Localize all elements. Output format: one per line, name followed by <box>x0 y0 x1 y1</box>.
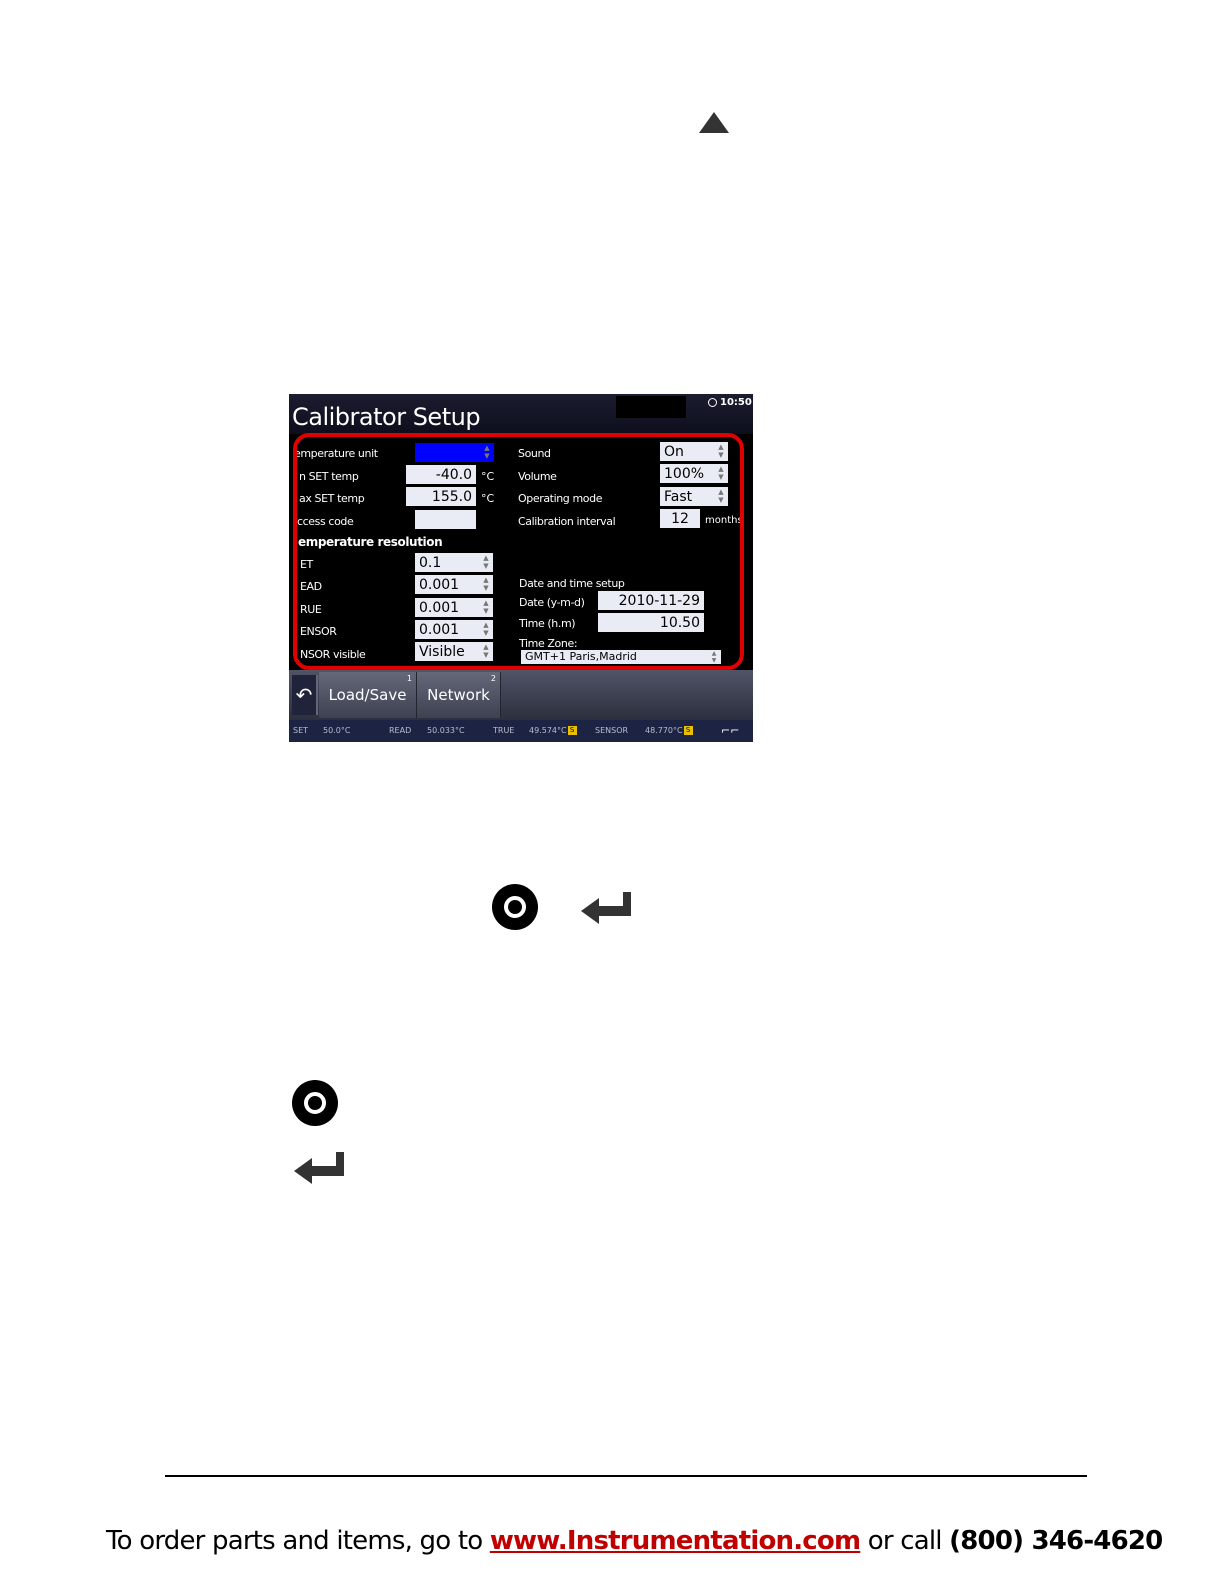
header-blank-area <box>616 396 686 418</box>
softkey-number: 1 <box>406 674 412 683</box>
clock-readout: 10:50 <box>720 397 752 408</box>
stable-badge: S <box>683 726 693 735</box>
status-sensor-value: 48.770°C S <box>645 720 693 742</box>
status-sensor-label: SENSOR <box>595 726 629 735</box>
network-label: Network <box>427 686 490 704</box>
softkey-bar: ↶ Load/Save 1 Network 2 <box>289 670 753 720</box>
highlight-frame <box>293 433 744 670</box>
enter-key-icon <box>294 1152 344 1184</box>
up-arrow-icon <box>699 112 729 133</box>
status-set-label: SET <box>293 726 309 735</box>
screen-title: Calibrator Setup <box>292 403 481 431</box>
network-button[interactable]: Network 2 <box>417 672 501 718</box>
status-read-value: 50.033°C <box>427 726 465 735</box>
calibrator-setup-screenshot: Calibrator Setup 10:50 emperature unit ▲… <box>289 394 753 742</box>
footer-divider <box>165 1475 1087 1477</box>
enter-key-icon <box>581 892 631 924</box>
screen-header: Calibrator Setup 10:50 <box>289 394 753 434</box>
stable-badge: S <box>567 726 577 735</box>
back-button[interactable]: ↶ <box>292 675 318 715</box>
round-button-icon <box>292 1080 338 1126</box>
load-save-label: Load/Save <box>328 686 407 704</box>
status-true-label: TRUE <box>493 726 515 735</box>
connection-icon: ⌐⌐ <box>721 724 740 737</box>
status-set-value: 50.0°C <box>323 726 351 735</box>
status-read-label: READ <box>389 726 412 735</box>
footer-phone: (800) 346-4620 <box>949 1526 1163 1556</box>
footer-text-before: To order parts and items, go to <box>106 1526 490 1556</box>
status-true-value: 49.574°C S <box>529 720 577 742</box>
softkey-number: 2 <box>490 674 496 683</box>
footer-text-middle: or call <box>860 1526 950 1556</box>
round-button-icon <box>492 884 538 930</box>
load-save-button[interactable]: Load/Save 1 <box>319 672 417 718</box>
back-arrow-icon: ↶ <box>295 683 313 707</box>
footer-line: To order parts and items, go to www.Inst… <box>106 1526 1163 1556</box>
instrumentation-link[interactable]: www.Instrumentation.com <box>490 1526 861 1556</box>
status-bar: SET 50.0°C READ 50.033°C TRUE 49.574°C S … <box>289 720 753 742</box>
